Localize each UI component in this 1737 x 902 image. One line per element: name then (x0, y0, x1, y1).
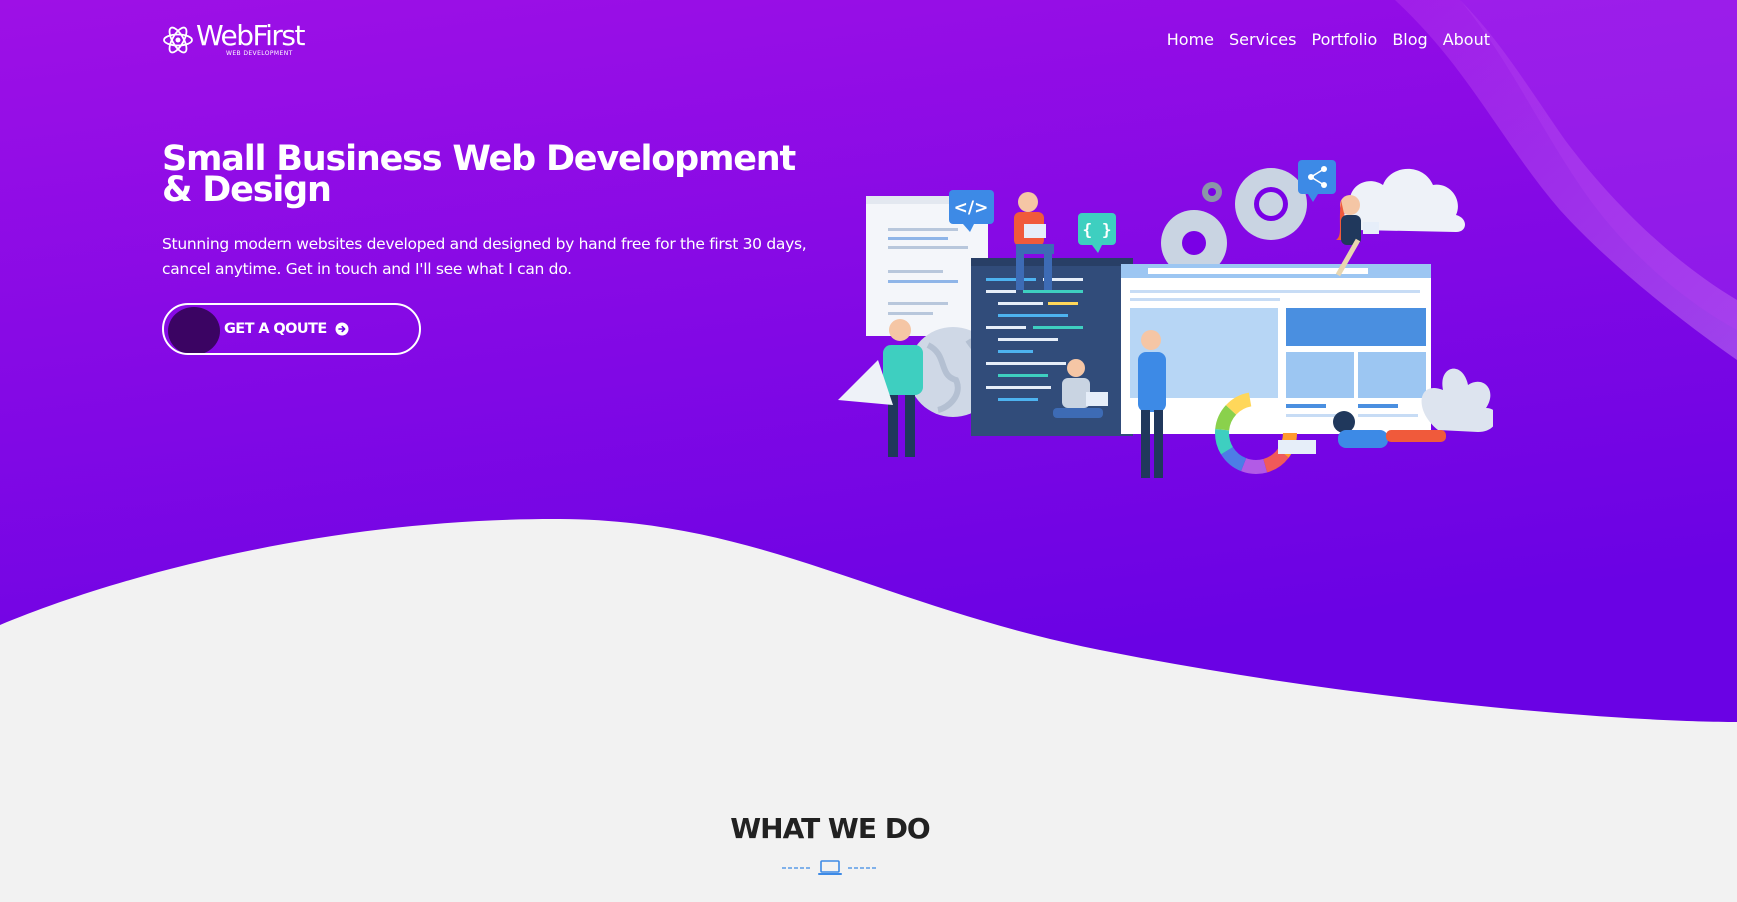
nav-about[interactable]: About (1443, 30, 1490, 49)
page: WebFirst WEB DEVELOPMENT Home Services P… (0, 0, 1737, 902)
section-divider (782, 860, 878, 875)
button-hover-dot (168, 307, 220, 353)
arrow-circle-right-icon (335, 322, 349, 336)
navbar: WebFirst WEB DEVELOPMENT Home Services P… (162, 20, 1490, 64)
braces-bubble: { } (1078, 213, 1116, 253)
nav-links: Home Services Portfolio Blog About (1167, 30, 1490, 49)
cloud (1343, 168, 1465, 232)
nav-services[interactable]: Services (1229, 30, 1296, 49)
code-tag-text: </> (954, 198, 989, 218)
brand-tagline: WEB DEVELOPMENT (226, 50, 293, 57)
braces-text: { } (1083, 220, 1112, 239)
atom-icon (163, 26, 193, 53)
nav-home[interactable]: Home (1167, 30, 1214, 49)
hero-description: Stunning modern websites developed and d… (162, 235, 807, 278)
person-pointing (838, 319, 923, 457)
laptop-icon (818, 860, 842, 875)
section-title: WHAT WE DO (730, 812, 930, 845)
nav-portfolio[interactable]: Portfolio (1311, 30, 1377, 49)
nav-blog[interactable]: Blog (1392, 30, 1427, 49)
plant (1421, 368, 1493, 432)
brand-name: WebFirst (196, 19, 305, 52)
browser-window (1121, 264, 1431, 434)
hero-title: Small Business Web Development & Design (162, 139, 796, 210)
get-quote-label: GET A QOUTE (224, 321, 327, 337)
get-quote-button[interactable]: GET A QOUTE (162, 303, 421, 355)
gears (1161, 168, 1307, 276)
brand-logo[interactable]: WebFirst WEB DEVELOPMENT (162, 19, 305, 57)
brand-text: WebFirst WEB DEVELOPMENT (196, 19, 305, 57)
web-development-illustration: </> { } (838, 160, 1493, 478)
